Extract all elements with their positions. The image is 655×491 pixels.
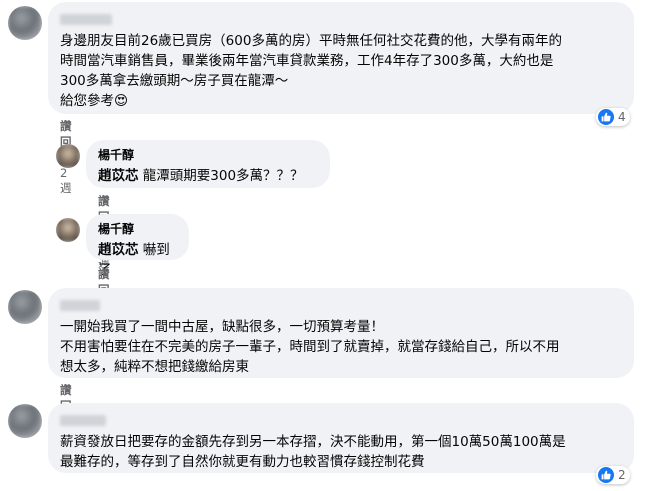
comment-text: 一開始我買了一間中古屋，缺點很多，一切預算考量！ 不用害怕要住在不完美的房子一輩…	[60, 319, 560, 375]
commenter-name-redacted[interactable]	[60, 300, 100, 311]
reply-bubble: 楊千醇 趙苡芯 嚇到了	[86, 214, 189, 278]
avatar[interactable]	[8, 404, 42, 438]
comment-bubble: 薪資發放日把要存的金額先存到另一本存摺，決不能動用，第一個10萬50萬100萬是…	[48, 403, 634, 473]
like-button[interactable]: 讚	[60, 383, 72, 397]
like-button[interactable]: 讚	[98, 267, 110, 281]
like-icon	[598, 467, 614, 483]
comment-bubble: 身邊朋友目前26歲已買房（600多萬的房）平時無任何社交花費的他，大學有兩年的 …	[48, 2, 634, 114]
avatar[interactable]	[8, 6, 42, 40]
comment-text: 薪資發放日把要存的金額先存到另一本存摺，決不能動用，第一個10萬50萬100萬是…	[60, 434, 566, 470]
reaction-summary[interactable]: 4	[596, 108, 630, 126]
commenter-name[interactable]: 楊千醇	[98, 146, 318, 163]
like-button[interactable]: 讚	[60, 119, 72, 133]
smiling-heart-eyes-icon: 😍	[114, 93, 129, 109]
commenter-name-redacted[interactable]	[60, 415, 106, 426]
reply-bubble: 楊千醇 趙苡芯 龍潭頭期要300多萬？？？	[86, 140, 330, 188]
reaction-count: 2	[618, 468, 626, 482]
commenter-name-redacted[interactable]	[60, 14, 112, 25]
like-icon	[598, 109, 614, 125]
reaction-summary[interactable]: 2	[596, 466, 630, 484]
avatar[interactable]	[8, 290, 42, 324]
like-button[interactable]: 讚	[98, 194, 110, 208]
avatar[interactable]	[56, 144, 80, 168]
comment-text: 身邊朋友目前26歲已買房（600多萬的房）平時無任何社交花費的他，大學有兩年的 …	[60, 33, 562, 109]
mention-link[interactable]: 趙苡芯	[98, 168, 139, 184]
timestamp[interactable]: 2週	[60, 166, 72, 195]
commenter-name[interactable]: 楊千醇	[98, 220, 177, 237]
reply-text: 趙苡芯 龍潭頭期要300多萬？？？	[98, 168, 304, 184]
mention-link[interactable]: 趙苡芯	[98, 242, 139, 258]
reaction-count: 4	[618, 110, 626, 124]
comment-bubble: 一開始我買了一間中古屋，缺點很多，一切預算考量！ 不用害怕要住在不完美的房子一輩…	[48, 288, 634, 378]
avatar[interactable]	[56, 218, 80, 242]
